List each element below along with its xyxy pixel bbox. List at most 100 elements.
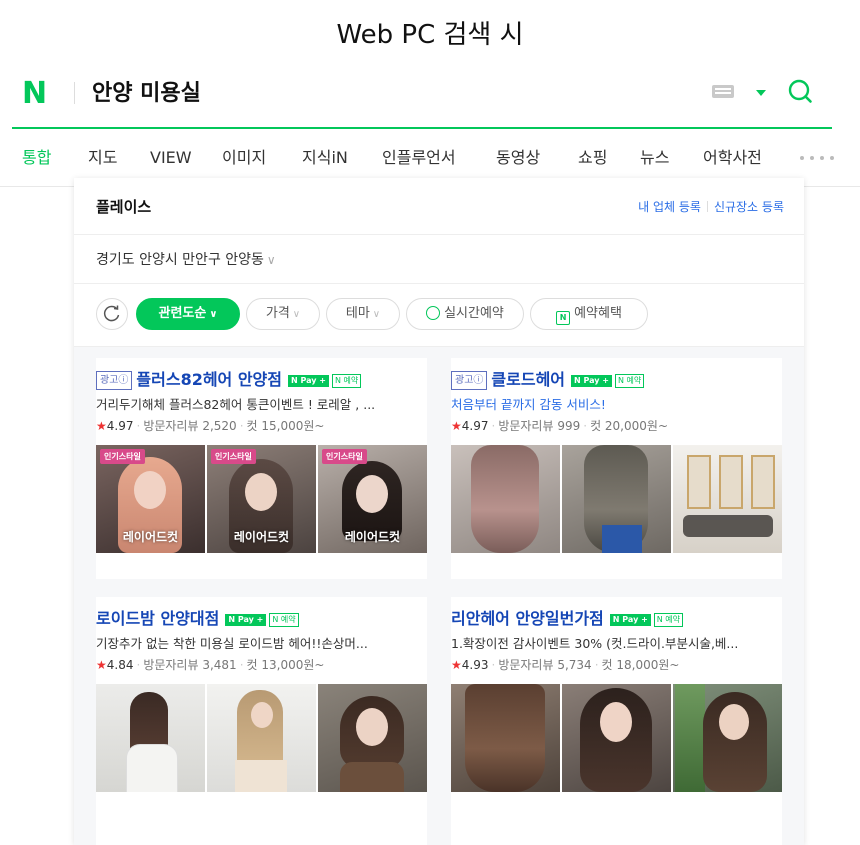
place-list: 광고ⓘ 플러스82헤어 안양점 N Pay + N 예약 거리두기해체 플러스82헤어… (74, 347, 804, 845)
divider (74, 82, 75, 104)
place-card[interactable]: 광고ⓘ 클로드헤어 N Pay + N 예약 처음부터 끝까지 감동 서비스! ★4.… (451, 358, 782, 579)
check-circle-icon (426, 306, 441, 320)
photo-strip: 인기스타일 레이어드컷 인기스타일 레이어드컷 인기스타일 레이어드컷 (96, 445, 427, 553)
tab-all[interactable]: 통합 (22, 143, 51, 173)
price-info: 컷 18,000원~ (601, 658, 680, 672)
booking-badge: N 예약 (332, 374, 362, 388)
tab-dictionary[interactable]: 어학사전 (703, 143, 762, 173)
naver-booking-icon: N (556, 311, 571, 325)
star-icon: ★ (451, 658, 462, 672)
place-photo[interactable]: 인기스타일 레이어드컷 (96, 445, 205, 553)
place-photo[interactable] (673, 445, 782, 553)
popular-style-badge: 인기스타일 (211, 449, 256, 464)
card-title-row: 리안헤어 안양일번가점 N Pay + N 예약 (451, 605, 782, 629)
place-photo[interactable] (562, 445, 671, 553)
place-name-link[interactable]: 로이드밤 안양대점 (96, 609, 219, 628)
place-photo[interactable]: 인기스타일 레이어드컷 (318, 445, 427, 553)
tab-view[interactable]: VIEW (150, 143, 192, 173)
place-name-link[interactable]: 플러스82헤어 안양점 (136, 370, 282, 389)
booking-badge: N 예약 (615, 374, 645, 388)
price-filter-button[interactable]: 가격 ∨ (246, 298, 320, 330)
register-business-link[interactable]: 내 업체 등록 (638, 200, 701, 214)
review-count: 방문자리뷰 5,734 (498, 658, 592, 672)
popular-style-badge: 인기스타일 (100, 449, 145, 464)
location-label: 경기도 안양시 만안구 안양동 (96, 252, 264, 268)
booking-benefit-filter[interactable]: N 예약혜택 (530, 298, 648, 330)
chevron-down-icon: ∨ (266, 253, 276, 267)
theme-filter-button[interactable]: 테마 ∨ (326, 298, 400, 330)
tab-bar: 통합 지도 VIEW 이미지 지식iN 인플루언서 동영상 쇼핑 뉴스 어학사전 (0, 143, 860, 173)
place-card[interactable]: 로이드밤 안양대점 N Pay + N 예약 기장추가 없는 착한 미용실 로이드밤… (96, 597, 427, 845)
sort-filter-button[interactable]: 관련도순 ∨ (136, 298, 240, 330)
style-label: 레이어드컷 (122, 530, 179, 544)
tab-image[interactable]: 이미지 (222, 143, 266, 173)
register-new-place-link[interactable]: 신규장소 등록 (714, 200, 784, 214)
place-photo[interactable] (318, 684, 427, 792)
place-description: 1.확장이전 감사이벤트 30% (컷.드라이.부분시술,베... (451, 636, 739, 651)
place-photo[interactable]: 인기스타일 레이어드컷 (207, 445, 316, 553)
place-meta: ★4.93 · 방문자리뷰 5,734 · 컷 18,000원~ (451, 658, 680, 672)
price-filter-label: 가격 (265, 306, 290, 321)
tab-influencer[interactable]: 인플루언서 (382, 143, 456, 173)
filter-bar: 관련도순 ∨ 가격 ∨ 테마 ∨ 실시간예약 N 예약혜택 (74, 284, 804, 347)
rating: 4.84 (106, 658, 134, 672)
search-input[interactable]: 안양 미용실 (92, 76, 201, 112)
place-meta: ★4.84 · 방문자리뷰 3,481 · 컷 13,000원~ (96, 658, 325, 672)
card-title-row: 광고ⓘ 클로드헤어 N Pay + N 예약 (451, 366, 782, 390)
place-description: 기장추가 없는 착한 미용실 로이드밤 헤어!!손상머... (96, 636, 368, 651)
chevron-down-icon: ∨ (372, 309, 381, 320)
search-icon[interactable] (787, 78, 813, 104)
place-name-link[interactable]: 클로드헤어 (491, 370, 565, 389)
review-count: 방문자리뷰 2,520 (143, 419, 237, 433)
place-card[interactable]: 리안헤어 안양일번가점 N Pay + N 예약 1.확장이전 감사이벤트 30% … (451, 597, 782, 845)
place-description: 처음부터 끝까지 감동 서비스! (451, 397, 606, 412)
naver-pay-badge: N Pay + (225, 614, 267, 626)
naver-pay-badge: N Pay + (571, 375, 612, 387)
rating: 4.97 (461, 419, 489, 433)
tab-shopping[interactable]: 쇼핑 (578, 143, 607, 173)
page-caption: Web PC 검색 시 (336, 20, 524, 50)
ad-badge[interactable]: 광고ⓘ (451, 371, 488, 390)
style-label: 레이어드컷 (233, 530, 290, 544)
tab-map[interactable]: 지도 (88, 143, 117, 173)
location-row: 경기도 안양시 만안구 안양동 ∨ (74, 235, 804, 284)
price-info: 컷 20,000원~ (590, 419, 669, 433)
card-title-row: 로이드밤 안양대점 N Pay + N 예약 (96, 605, 427, 629)
star-icon: ★ (451, 419, 462, 433)
place-panel: 플레이스 내 업체 등록 신규장소 등록 경기도 안양시 만안구 안양동 ∨ 관련도… (74, 178, 804, 845)
tab-kin[interactable]: 지식iN (302, 143, 348, 173)
realtime-booking-filter[interactable]: 실시간예약 (406, 298, 524, 330)
place-photo[interactable] (562, 684, 671, 792)
place-photo[interactable] (451, 445, 560, 553)
place-photo[interactable] (451, 684, 560, 792)
location-selector[interactable]: 경기도 안양시 만안구 안양동 ∨ (96, 249, 276, 269)
review-count: 방문자리뷰 3,481 (143, 658, 237, 672)
card-title-row: 광고ⓘ 플러스82헤어 안양점 N Pay + N 예약 (96, 366, 427, 390)
place-photo[interactable] (673, 684, 782, 792)
booking-benefit-label: 예약혜택 (574, 306, 622, 321)
place-description: 거리두기해체 플러스82헤어 통큰이벤트 ! 로레알 , ... (96, 397, 376, 412)
place-name-link[interactable]: 리안헤어 안양일번가점 (451, 609, 604, 628)
place-card[interactable]: 광고ⓘ 플러스82헤어 안양점 N Pay + N 예약 거리두기해체 플러스82헤어… (96, 358, 427, 579)
sort-filter-label: 관련도순 (158, 306, 207, 321)
place-photo[interactable] (96, 684, 205, 792)
rating: 4.93 (461, 658, 489, 672)
booking-badge: N 예약 (653, 613, 684, 627)
tab-video[interactable]: 동영상 (496, 143, 540, 173)
naver-logo[interactable]: N (22, 74, 47, 114)
theme-filter-label: 테마 (345, 306, 370, 321)
place-photo[interactable] (207, 684, 316, 792)
place-meta: ★4.97 · 방문자리뷰 2,520 · 컷 15,000원~ (96, 419, 325, 433)
tab-news[interactable]: 뉴스 (640, 143, 669, 173)
keyboard-icon[interactable] (712, 85, 734, 98)
chevron-down-icon: ∨ (292, 309, 301, 320)
refresh-button[interactable] (96, 298, 128, 330)
booking-badge: N 예약 (269, 613, 299, 627)
chevron-down-icon: ∨ (209, 309, 218, 320)
place-meta: ★4.97 · 방문자리뷰 999 · 컷 20,000원~ (451, 419, 669, 433)
more-icon[interactable] (800, 156, 834, 160)
price-info: 컷 15,000원~ (246, 419, 325, 433)
style-label: 레이어드컷 (344, 530, 401, 544)
ad-badge[interactable]: 광고ⓘ (96, 371, 133, 390)
caret-down-icon[interactable] (756, 90, 766, 96)
